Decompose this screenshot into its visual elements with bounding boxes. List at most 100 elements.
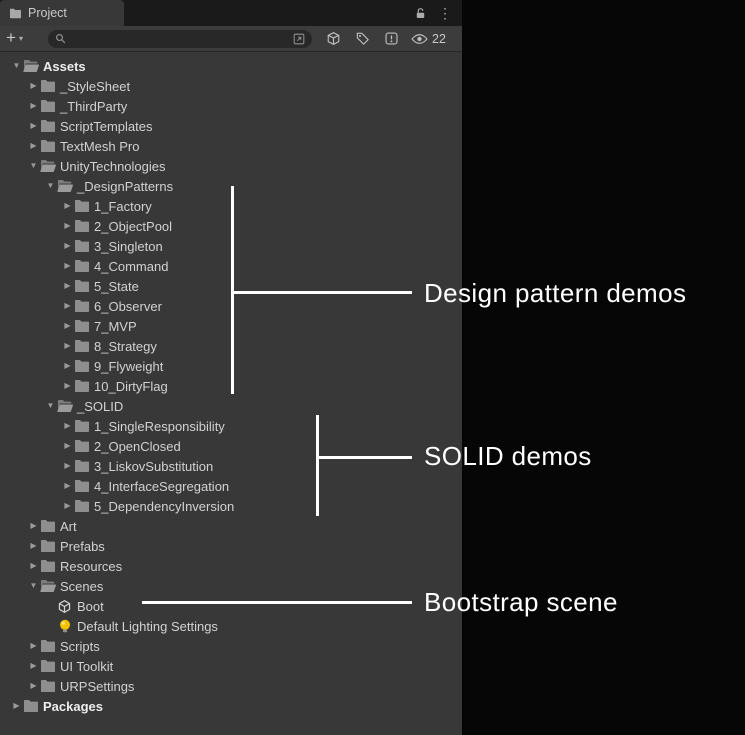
folder-icon (9, 8, 22, 19)
tree-item--solid[interactable]: ▼ _SOLID (0, 396, 462, 416)
chevron-expanded-icon[interactable]: ▼ (44, 182, 57, 190)
chevron-collapsed-icon[interactable]: ▶ (61, 302, 74, 310)
chevron-collapsed-icon[interactable]: ▶ (27, 102, 40, 110)
tree-item-boot[interactable]: Boot (0, 596, 462, 616)
tree-item-resources[interactable]: ▶ Resources (0, 556, 462, 576)
tree-item-label: 10_DirtyFlag (94, 378, 168, 394)
tree-item-9-flyweight[interactable]: ▶ 9_Flyweight (0, 356, 462, 376)
tree-item-label: _StyleSheet (60, 78, 131, 94)
tree-item-scenes[interactable]: ▼ Scenes (0, 576, 462, 596)
chevron-collapsed-icon[interactable]: ▶ (27, 82, 40, 90)
folder-icon (40, 118, 57, 134)
folder-icon (74, 358, 91, 374)
folder-icon (74, 438, 91, 454)
tree-item-2-openclosed[interactable]: ▶ 2_OpenClosed (0, 436, 462, 456)
chevron-collapsed-icon[interactable]: ▶ (27, 642, 40, 650)
tree-item-default-lighting-settings[interactable]: Default Lighting Settings (0, 616, 462, 636)
chevron-collapsed-icon[interactable]: ▶ (61, 242, 74, 250)
chevron-collapsed-icon[interactable]: ▶ (61, 282, 74, 290)
tree-item-6-observer[interactable]: ▶ 6_Observer (0, 296, 462, 316)
search-by-label-icon[interactable] (355, 31, 370, 46)
tree-item-textmesh-pro[interactable]: ▶ TextMesh Pro (0, 136, 462, 156)
folder-icon (74, 278, 91, 294)
open-search-icon[interactable] (292, 32, 306, 46)
folder-open-icon (57, 178, 74, 194)
folder-icon (23, 698, 40, 714)
chevron-collapsed-icon[interactable]: ▶ (61, 362, 74, 370)
chevron-expanded-icon[interactable]: ▼ (44, 402, 57, 410)
chevron-collapsed-icon[interactable]: ▶ (61, 422, 74, 430)
tree-item-label: 2_ObjectPool (94, 218, 173, 234)
chevron-collapsed-icon[interactable]: ▶ (61, 222, 74, 230)
tree-item-label: 5_DependencyInversion (94, 498, 235, 514)
tree-item-urpsettings[interactable]: ▶ URPSettings (0, 676, 462, 696)
chevron-collapsed-icon[interactable]: ▶ (27, 682, 40, 690)
add-button[interactable]: + ▾ (6, 29, 36, 46)
kebab-menu-icon[interactable]: ⋮ (438, 6, 452, 20)
tree-item-scripttemplates[interactable]: ▶ ScriptTemplates (0, 116, 462, 136)
chevron-collapsed-icon[interactable]: ▶ (27, 122, 40, 130)
search-field[interactable] (48, 29, 312, 48)
tree-item-2-objectpool[interactable]: ▶ 2_ObjectPool (0, 216, 462, 236)
chevron-collapsed-icon[interactable]: ▶ (61, 502, 74, 510)
chevron-collapsed-icon[interactable]: ▶ (61, 462, 74, 470)
tree-item-7-mvp[interactable]: ▶ 7_MVP (0, 316, 462, 336)
tree-item-scripts[interactable]: ▶ Scripts (0, 636, 462, 656)
alert-icon[interactable] (384, 31, 399, 46)
chevron-collapsed-icon[interactable]: ▶ (27, 662, 40, 670)
chevron-collapsed-icon[interactable]: ▶ (61, 342, 74, 350)
chevron-collapsed-icon[interactable]: ▶ (61, 322, 74, 330)
tree-item--designpatterns[interactable]: ▼ _DesignPatterns (0, 176, 462, 196)
folder-open-icon (23, 58, 40, 74)
tree-item--thirdparty[interactable]: ▶ _ThirdParty (0, 96, 462, 116)
tree-item-label: 9_Flyweight (94, 358, 164, 374)
tree-item-label: _ThirdParty (60, 98, 128, 114)
tree-item-unitytechnologies[interactable]: ▼ UnityTechnologies (0, 156, 462, 176)
tree-item-8-strategy[interactable]: ▶ 8_Strategy (0, 336, 462, 356)
tree-item-4-command[interactable]: ▶ 4_Command (0, 256, 462, 276)
chevron-collapsed-icon[interactable]: ▶ (61, 442, 74, 450)
folder-icon (40, 638, 57, 654)
folder-open-icon (40, 578, 57, 594)
tree-item-label: Boot (77, 598, 104, 614)
tab-project[interactable]: Project (0, 0, 124, 26)
tree-item-label: _SOLID (77, 398, 124, 414)
tree-item-1-singleresponsibility[interactable]: ▶ 1_SingleResponsibility (0, 416, 462, 436)
chevron-expanded-icon[interactable]: ▼ (27, 582, 40, 590)
tree-item-prefabs[interactable]: ▶ Prefabs (0, 536, 462, 556)
tree-item-label: Packages (43, 698, 103, 714)
folder-icon (74, 298, 91, 314)
tree-item-5-state[interactable]: ▶ 5_State (0, 276, 462, 296)
tab-bar: Project ⋮ (0, 0, 462, 26)
chevron-collapsed-icon[interactable]: ▶ (27, 542, 40, 550)
tree-item--stylesheet[interactable]: ▶ _StyleSheet (0, 76, 462, 96)
tree-item-assets[interactable]: ▼ Assets (0, 56, 462, 76)
tree-item-art[interactable]: ▶ Art (0, 516, 462, 536)
chevron-expanded-icon[interactable]: ▼ (27, 162, 40, 170)
tree-item-ui-toolkit[interactable]: ▶ UI Toolkit (0, 656, 462, 676)
lock-icon[interactable] (414, 7, 427, 20)
chevron-expanded-icon[interactable]: ▼ (10, 62, 23, 70)
chevron-collapsed-icon[interactable]: ▶ (27, 562, 40, 570)
chevron-collapsed-icon[interactable]: ▶ (10, 702, 23, 710)
search-input[interactable] (71, 30, 288, 47)
tree-item-10-dirtyflag[interactable]: ▶ 10_DirtyFlag (0, 376, 462, 396)
tree-item-label: 4_Command (94, 258, 169, 274)
chevron-collapsed-icon[interactable]: ▶ (61, 482, 74, 490)
chevron-collapsed-icon[interactable]: ▶ (27, 142, 40, 150)
chevron-collapsed-icon[interactable]: ▶ (27, 522, 40, 530)
hidden-count-toggle[interactable]: 22 (411, 32, 446, 46)
tree-item-label: Default Lighting Settings (77, 618, 218, 634)
chevron-collapsed-icon[interactable]: ▶ (61, 382, 74, 390)
tree-item-label: Scripts (60, 638, 100, 654)
tree-item-1-factory[interactable]: ▶ 1_Factory (0, 196, 462, 216)
tree-item-3-liskovsubstitution[interactable]: ▶ 3_LiskovSubstitution (0, 456, 462, 476)
chevron-collapsed-icon[interactable]: ▶ (61, 262, 74, 270)
tree-item-5-dependencyinversion[interactable]: ▶ 5_DependencyInversion (0, 496, 462, 516)
search-by-type-icon[interactable] (326, 31, 341, 46)
chevron-collapsed-icon[interactable]: ▶ (61, 202, 74, 210)
tree-item-3-singleton[interactable]: ▶ 3_Singleton (0, 236, 462, 256)
tree-item-4-interfacesegregation[interactable]: ▶ 4_InterfaceSegregation (0, 476, 462, 496)
tree-item-packages[interactable]: ▶ Packages (0, 696, 462, 716)
hidden-count: 22 (432, 31, 446, 46)
